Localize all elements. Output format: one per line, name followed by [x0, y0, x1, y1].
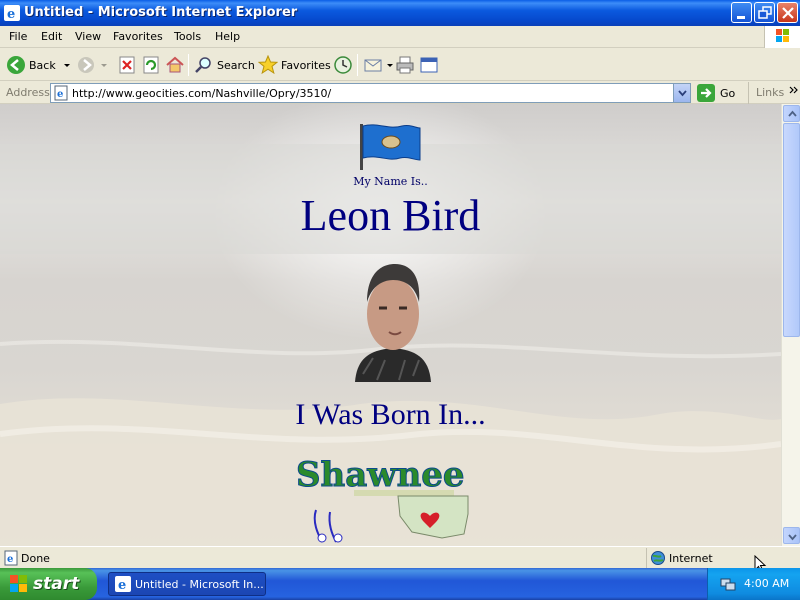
- close-button[interactable]: [777, 2, 798, 23]
- chevron-down-icon[interactable]: [62, 55, 72, 75]
- links-label: Links: [756, 86, 785, 99]
- security-zone: Internet: [646, 548, 800, 568]
- toolbar-separator: [357, 54, 358, 76]
- page-done-icon: e: [4, 550, 18, 566]
- page-icon: e: [54, 85, 68, 101]
- vertical-scrollbar[interactable]: [781, 104, 800, 546]
- globe-icon: [651, 551, 665, 565]
- edit-page-icon: [420, 57, 438, 73]
- minimize-button[interactable]: [731, 2, 752, 23]
- chevron-down-icon: [678, 90, 687, 97]
- menu-file[interactable]: File: [9, 30, 27, 43]
- home-button[interactable]: [165, 53, 188, 77]
- mail-icon: [364, 59, 382, 72]
- history-icon: [334, 56, 352, 74]
- taskbar-ie-window-button[interactable]: e Untitled - Microsoft In...: [108, 572, 266, 596]
- svg-text:e: e: [7, 7, 15, 21]
- svg-text:e: e: [118, 578, 126, 592]
- menu-view[interactable]: View: [75, 30, 101, 43]
- edit-button[interactable]: [419, 53, 442, 77]
- internet-explorer-icon: e: [4, 5, 20, 21]
- home-icon: [166, 56, 184, 73]
- chevron-down-icon[interactable]: [99, 55, 109, 75]
- address-input[interactable]: e http://www.geocities.com/Nashville/Opr…: [50, 83, 691, 103]
- close-icon: [782, 7, 794, 19]
- chevron-right-icon: [789, 86, 798, 94]
- start-button[interactable]: start: [0, 568, 97, 600]
- taskbar-ie-window-label: Untitled - Microsoft In...: [135, 578, 264, 591]
- windows-logo-icon: [764, 26, 800, 48]
- history-button[interactable]: [333, 53, 356, 77]
- clock[interactable]: 4:00 AM: [744, 577, 789, 590]
- chevron-up-icon: [788, 110, 797, 117]
- favorites-label: Favorites: [281, 58, 331, 72]
- favorites-button[interactable]: Favorites: [258, 53, 331, 77]
- portrait-photo: [355, 264, 431, 382]
- intro-text: My Name Is..: [353, 175, 428, 188]
- status-text: Done: [21, 552, 50, 565]
- back-button[interactable]: Back: [6, 53, 72, 77]
- svg-text:Shawnee: Shawnee: [296, 455, 465, 495]
- windows-logo-icon: [10, 575, 27, 592]
- toolbar-separator: [188, 54, 189, 76]
- stop-button[interactable]: [117, 53, 140, 77]
- star-icon: [258, 55, 278, 75]
- oklahoma-flag-icon: [360, 124, 421, 170]
- svg-text:e: e: [57, 89, 63, 100]
- internet-explorer-icon: e: [115, 576, 131, 592]
- stop-icon: [119, 56, 135, 74]
- birthplace-heading: I Was Born In...: [295, 398, 486, 431]
- restore-icon: [758, 6, 772, 19]
- links-button[interactable]: Links: [748, 82, 800, 104]
- address-dropdown-button[interactable]: [673, 84, 690, 102]
- chevron-down-icon[interactable]: [386, 55, 394, 75]
- system-tray: 4:00 AM: [707, 568, 800, 600]
- go-label: Go: [720, 86, 736, 100]
- print-button[interactable]: [395, 53, 418, 77]
- title-bar: e Untitled - Microsoft Internet Explorer: [0, 0, 800, 26]
- menu-favorites[interactable]: Favorites: [113, 30, 163, 43]
- svg-text:e: e: [7, 554, 13, 565]
- search-label: Search: [217, 58, 255, 72]
- restore-button[interactable]: [754, 2, 775, 23]
- go-arrow-icon: [697, 84, 715, 102]
- menu-edit[interactable]: Edit: [41, 30, 62, 43]
- forward-button[interactable]: [76, 53, 109, 77]
- toolbar: Back Search Favorites: [0, 49, 800, 81]
- minimize-icon: [737, 16, 745, 19]
- go-button[interactable]: Go: [696, 83, 735, 103]
- page-content: My Name Is.. Leon Bird I Was Born In... …: [0, 104, 781, 546]
- refresh-icon: [143, 56, 159, 74]
- printer-icon: [396, 56, 414, 74]
- mail-button[interactable]: [363, 53, 394, 77]
- address-label: Address: [6, 86, 50, 99]
- search-icon: [195, 57, 211, 73]
- person-name-heading: Leon Bird: [300, 191, 481, 240]
- search-button[interactable]: Search: [194, 53, 255, 77]
- refresh-button[interactable]: [141, 53, 164, 77]
- scroll-thumb[interactable]: [783, 123, 800, 337]
- menu-help[interactable]: Help: [215, 30, 240, 43]
- taskbar: start e Untitled - Microsoft In... 4:00 …: [0, 568, 800, 600]
- shawnee-logo-image: Shawnee: [296, 455, 469, 543]
- window-title: Untitled - Microsoft Internet Explorer: [24, 5, 298, 20]
- status-bar: e Done Internet: [0, 546, 800, 573]
- network-icon[interactable]: [720, 576, 736, 592]
- zone-label: Internet: [669, 552, 713, 565]
- address-url[interactable]: http://www.geocities.com/Nashville/Opry/…: [72, 87, 331, 100]
- back-label: Back: [29, 58, 56, 72]
- chevron-down-icon: [788, 534, 797, 541]
- start-label: start: [33, 574, 80, 594]
- menu-bar: File Edit View Favorites Tools Help: [0, 26, 800, 48]
- address-bar: Address e http://www.geocities.com/Nashv…: [0, 82, 800, 104]
- scroll-down-button[interactable]: [783, 527, 800, 544]
- menu-tools[interactable]: Tools: [174, 30, 201, 43]
- back-arrow-icon: [7, 56, 25, 74]
- forward-arrow-icon: [78, 57, 94, 73]
- scroll-up-button[interactable]: [783, 105, 800, 122]
